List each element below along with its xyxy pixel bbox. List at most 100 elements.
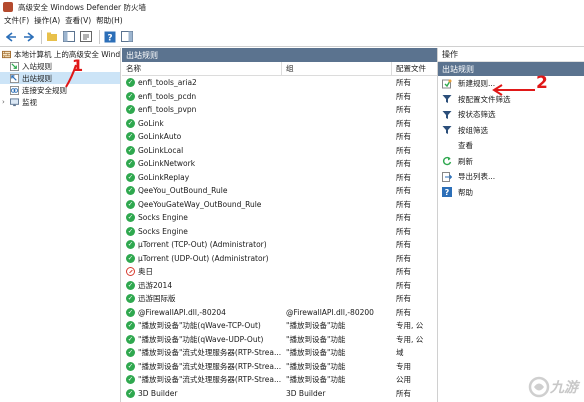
- action-item[interactable]: 按组筛选: [438, 123, 584, 139]
- tree-item-outbound[interactable]: 出站规则: [0, 72, 120, 84]
- table-row[interactable]: ✓ @FirewallAPI.dll,-80204 @FirewallAPI.dll…: [122, 306, 437, 320]
- menu-view[interactable]: 查看(V): [65, 15, 96, 26]
- rule-name-cell: ✓ "播放到设备"流式处理服务器(RTP-Strea...: [122, 374, 282, 385]
- rule-name-cell: ✓ Socks Engine: [122, 213, 282, 223]
- inbound-rules-icon: [10, 61, 19, 71]
- rule-name-cell: ✓ GoLinkLocal: [122, 145, 282, 155]
- column-profile[interactable]: 配置文件: [392, 62, 437, 75]
- action-item[interactable]: 查看: [438, 138, 584, 154]
- allow-rule-icon: ✓: [126, 186, 135, 196]
- table-row[interactable]: ✓ Socks Engine 所有: [122, 225, 437, 239]
- rule-name: enfi_tools_pvpn: [138, 105, 197, 115]
- tree-item-label: 监视: [22, 97, 37, 107]
- svg-text:?: ?: [445, 188, 450, 197]
- window-title: 高级安全 Windows Defender 防火墙: [18, 2, 146, 12]
- forward-icon[interactable]: [21, 30, 35, 44]
- actions-header: 操作: [438, 48, 584, 62]
- rule-name-cell: ✓ GoLinkNetwork: [122, 159, 282, 169]
- table-row[interactable]: ✓ "播放到设备"功能(qWave-UDP-Out) "播放到设备"功能 专用, 公: [122, 333, 437, 347]
- allow-rule-icon: ✓: [126, 172, 135, 182]
- action-pane-icon[interactable]: [120, 30, 134, 44]
- rule-name-cell: ✓ QeeYouGateWay_OutBound_Rule: [122, 199, 282, 209]
- expand-arrow-icon[interactable]: ›: [2, 98, 10, 106]
- show-hide-tree-icon[interactable]: [62, 30, 76, 44]
- table-row[interactable]: ✓ GoLink 所有: [122, 117, 437, 131]
- up-folder-icon[interactable]: [45, 30, 59, 44]
- rule-name-cell: ✓ Socks Engine: [122, 226, 282, 236]
- rule-profile-cell: 所有: [396, 280, 411, 290]
- annotation-stroke-icon: [65, 64, 77, 88]
- menu-help[interactable]: 帮助(H): [96, 15, 128, 26]
- table-row[interactable]: ✓ "播放到设备"流式处理服务器(RTP-Strea... "播放到设备"功能 公用: [122, 373, 437, 387]
- action-item[interactable]: ? 帮助: [438, 185, 584, 201]
- table-row[interactable]: ✓ µTorrent (UDP-Out) (Administrator) 所有: [122, 252, 437, 266]
- column-name[interactable]: 名称: [122, 62, 282, 75]
- rule-name: "播放到设备"流式处理服务器(RTP-Strea...: [138, 348, 282, 358]
- rule-profile-cell: 专用, 公: [396, 321, 424, 331]
- table-row[interactable]: ✓ enfi_tools_pcdn 所有: [122, 90, 437, 104]
- table-row[interactable]: ✓ GoLinkReplay 所有: [122, 171, 437, 185]
- tree-item-connection-security[interactable]: 连接安全规则: [0, 84, 120, 96]
- rule-name: Socks Engine: [138, 226, 188, 236]
- rule-name: "播放到设备"功能(qWave-UDP-Out): [138, 334, 264, 344]
- rule-name-cell: ✓ enfi_tools_pcdn: [122, 91, 282, 101]
- table-row[interactable]: ✓ Socks Engine 所有: [122, 211, 437, 225]
- table-row[interactable]: ✓ QeeYou_OutBound_Rule 所有: [122, 184, 437, 198]
- refresh-icon: [442, 156, 452, 166]
- allow-rule-icon: ✓: [126, 105, 135, 115]
- table-row[interactable]: ✓ µTorrent (TCP-Out) (Administrator) 所有: [122, 238, 437, 252]
- table-row[interactable]: ✓ "播放到设备"流式处理服务器(RTP-Strea... "播放到设备"功能 域: [122, 346, 437, 360]
- rule-name-cell: ✓ "播放到设备"功能(qWave-UDP-Out): [122, 334, 282, 345]
- table-row[interactable]: ✓ "播放到设备"流式处理服务器(RTP-Strea... "播放到设备"功能 专用: [122, 360, 437, 374]
- rule-group-cell: "播放到设备"功能: [286, 348, 346, 358]
- action-item[interactable]: 刷新: [438, 154, 584, 170]
- table-row[interactable]: ✓ 3D Builder 3D Builder 所有: [122, 387, 437, 401]
- rule-name-cell: ✓ @FirewallAPI.dll,-80204: [122, 307, 282, 317]
- allow-rule-icon: ✓: [126, 199, 135, 209]
- rule-name-cell: ✓ GoLinkReplay: [122, 172, 282, 182]
- rule-name: QeeYouGateWay_OutBound_Rule: [138, 199, 262, 209]
- tree-item-monitor[interactable]: › 监视: [0, 96, 120, 108]
- watermark: 九游: [528, 376, 578, 398]
- rule-name-cell: ✓ QeeYou_OutBound_Rule: [122, 186, 282, 196]
- action-item[interactable]: 导出列表...: [438, 169, 584, 185]
- rule-profile-cell: 所有: [396, 91, 411, 101]
- allow-rule-icon: ✓: [126, 213, 135, 223]
- rule-profile-cell: 所有: [396, 132, 411, 142]
- menu-action[interactable]: 操作(A): [34, 15, 65, 26]
- table-row[interactable]: ✓ GoLinkAuto 所有: [122, 130, 437, 144]
- rule-profile-cell: 所有: [396, 186, 411, 196]
- table-row[interactable]: ✓ enfi_tools_aria2 所有: [122, 76, 437, 90]
- title-bar: 高级安全 Windows Defender 防火墙: [0, 0, 584, 14]
- table-row[interactable]: ✓ enfi_tools_pvpn 所有: [122, 103, 437, 117]
- rule-name-cell: ✓ enfi_tools_aria2: [122, 78, 282, 88]
- help-icon: ?: [442, 187, 452, 198]
- table-row[interactable]: ✓ 迅游国际版 所有: [122, 292, 437, 306]
- tree-item-inbound[interactable]: 入站规则: [0, 60, 120, 72]
- table-row[interactable]: 奥日 所有: [122, 265, 437, 279]
- actions-section-header[interactable]: 出站规则: [438, 62, 584, 76]
- table-row[interactable]: ✓ 迅游2014 所有: [122, 279, 437, 293]
- rule-profile-cell: 所有: [396, 307, 411, 317]
- table-row[interactable]: ✓ GoLinkLocal 所有: [122, 144, 437, 158]
- table-row[interactable]: ✓ QeeYouGateWay_OutBound_Rule 所有: [122, 198, 437, 212]
- svg-text:?: ?: [107, 33, 112, 43]
- rule-name-cell: ✓ GoLink: [122, 118, 282, 128]
- column-group[interactable]: 组: [282, 62, 392, 75]
- help-icon[interactable]: ?: [103, 30, 117, 44]
- rule-name: QeeYou_OutBound_Rule: [138, 186, 228, 196]
- rule-profile-cell: 专用: [396, 361, 411, 371]
- menu-file[interactable]: 文件(F): [4, 15, 34, 26]
- rule-name: GoLinkNetwork: [138, 159, 196, 169]
- tree-item-label: 出站规则: [22, 73, 52, 83]
- rule-name: "播放到设备"流式处理服务器(RTP-Strea...: [138, 375, 282, 385]
- rule-name: GoLinkReplay: [138, 172, 190, 182]
- export-icon: [442, 171, 452, 182]
- back-icon[interactable]: [4, 30, 18, 44]
- table-row[interactable]: ✓ GoLinkNetwork 所有: [122, 157, 437, 171]
- rule-group-cell: "播放到设备"功能: [286, 361, 346, 371]
- action-item[interactable]: 按状态筛选: [438, 107, 584, 123]
- properties-icon[interactable]: [79, 30, 93, 44]
- table-row[interactable]: ✓ "播放到设备"功能(qWave-TCP-Out) "播放到设备"功能 专用, 公: [122, 319, 437, 333]
- tree-root[interactable]: 本地计算机 上的高级安全 Windows: [0, 48, 120, 60]
